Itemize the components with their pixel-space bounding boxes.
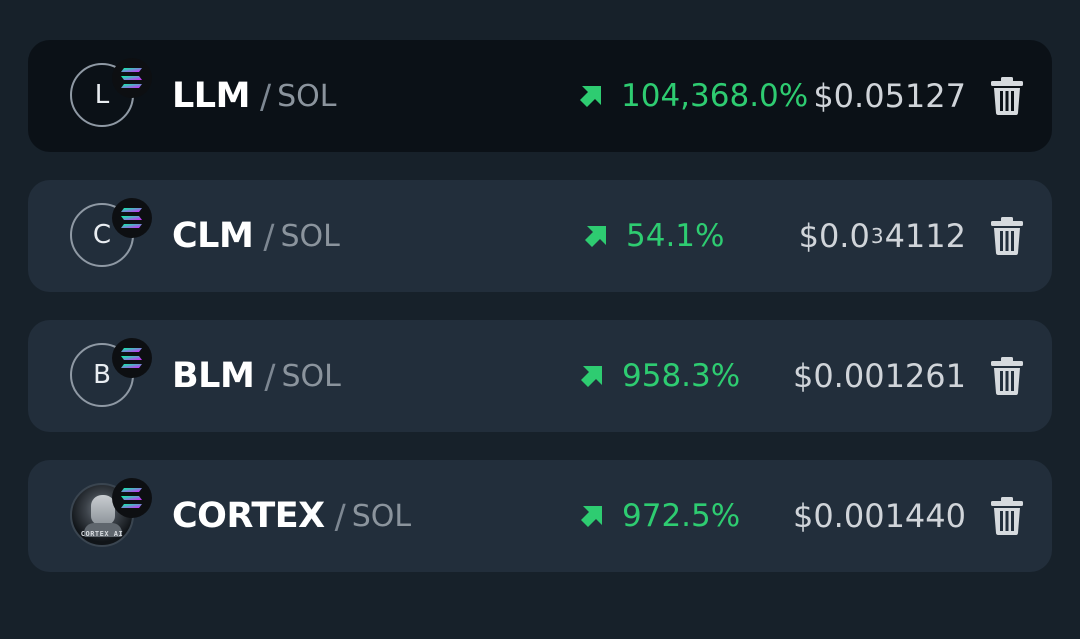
token-symbol: LLM (172, 76, 250, 116)
token-pair: CORTEX / SOL (172, 460, 411, 572)
token-pair: LLM / SOL (172, 40, 336, 152)
solana-icon (112, 478, 152, 518)
price-value: $0.001261 (792, 357, 966, 395)
avatar-letter: B (93, 360, 111, 390)
price-change: 104,368.0% (578, 40, 808, 152)
price-value-suffix: 4112 (884, 217, 966, 255)
change-percent: 104,368.0% (621, 78, 809, 114)
price-zero-count: 3 (870, 224, 884, 248)
watchlist-row-cortex[interactable]: CORTEX AI CORTEX / SOL 972.5% $0.001440 (28, 460, 1052, 572)
token-symbol: BLM (172, 356, 255, 396)
token-pair: CLM / SOL (172, 180, 340, 292)
pair-separator: / (264, 356, 276, 396)
avatar-letter: C (92, 220, 112, 250)
quote-symbol: SOL (280, 218, 340, 254)
solana-icon (112, 338, 152, 378)
solana-icon (112, 198, 152, 238)
trash-icon[interactable] (990, 356, 1024, 396)
change-percent: 972.5% (622, 498, 741, 534)
token-price: $0.001261 (793, 320, 966, 432)
price-value: $0.05127 (813, 77, 966, 115)
watchlist-row-llm[interactable]: L LLM / SOL 104,368.0% $0.05127 (28, 40, 1052, 152)
quote-symbol: SOL (351, 498, 412, 534)
trend-up-icon (578, 83, 604, 109)
token-symbol: CLM (172, 216, 254, 256)
pair-separator: / (334, 496, 346, 536)
token-symbol: CORTEX (172, 496, 325, 536)
quote-symbol: SOL (281, 358, 341, 394)
token-price: $0.001440 (793, 460, 966, 572)
avatar-letter: L (94, 80, 110, 110)
trash-icon[interactable] (990, 216, 1024, 256)
token-price: $0.0 3 4112 (799, 180, 966, 292)
trash-icon[interactable] (990, 76, 1024, 116)
trend-up-icon (583, 223, 609, 249)
solana-icon (112, 58, 152, 98)
price-change: 54.1% (583, 180, 724, 292)
change-percent: 54.1% (626, 218, 725, 254)
trash-icon[interactable] (990, 496, 1024, 536)
watchlist: L LLM / SOL 104,368.0% $0.05127 C CLM / … (28, 40, 1052, 600)
watchlist-row-blm[interactable]: B BLM / SOL 958.3% $0.001261 (28, 320, 1052, 432)
quote-symbol: SOL (277, 78, 337, 114)
change-percent: 958.3% (622, 358, 741, 394)
price-change: 972.5% (579, 460, 740, 572)
trend-up-icon (579, 363, 605, 389)
price-value-prefix: $0.0 (798, 217, 870, 255)
logo-text: CORTEX AI (80, 530, 124, 538)
price-value: $0.001440 (792, 497, 966, 535)
pair-separator: / (259, 76, 272, 116)
pair-separator: / (263, 216, 275, 256)
token-pair: BLM / SOL (172, 320, 341, 432)
price-change: 958.3% (579, 320, 740, 432)
token-price: $0.05127 (813, 40, 966, 152)
watchlist-row-clm[interactable]: C CLM / SOL 54.1% $0.0 3 4112 (28, 180, 1052, 292)
trend-up-icon (579, 503, 605, 529)
